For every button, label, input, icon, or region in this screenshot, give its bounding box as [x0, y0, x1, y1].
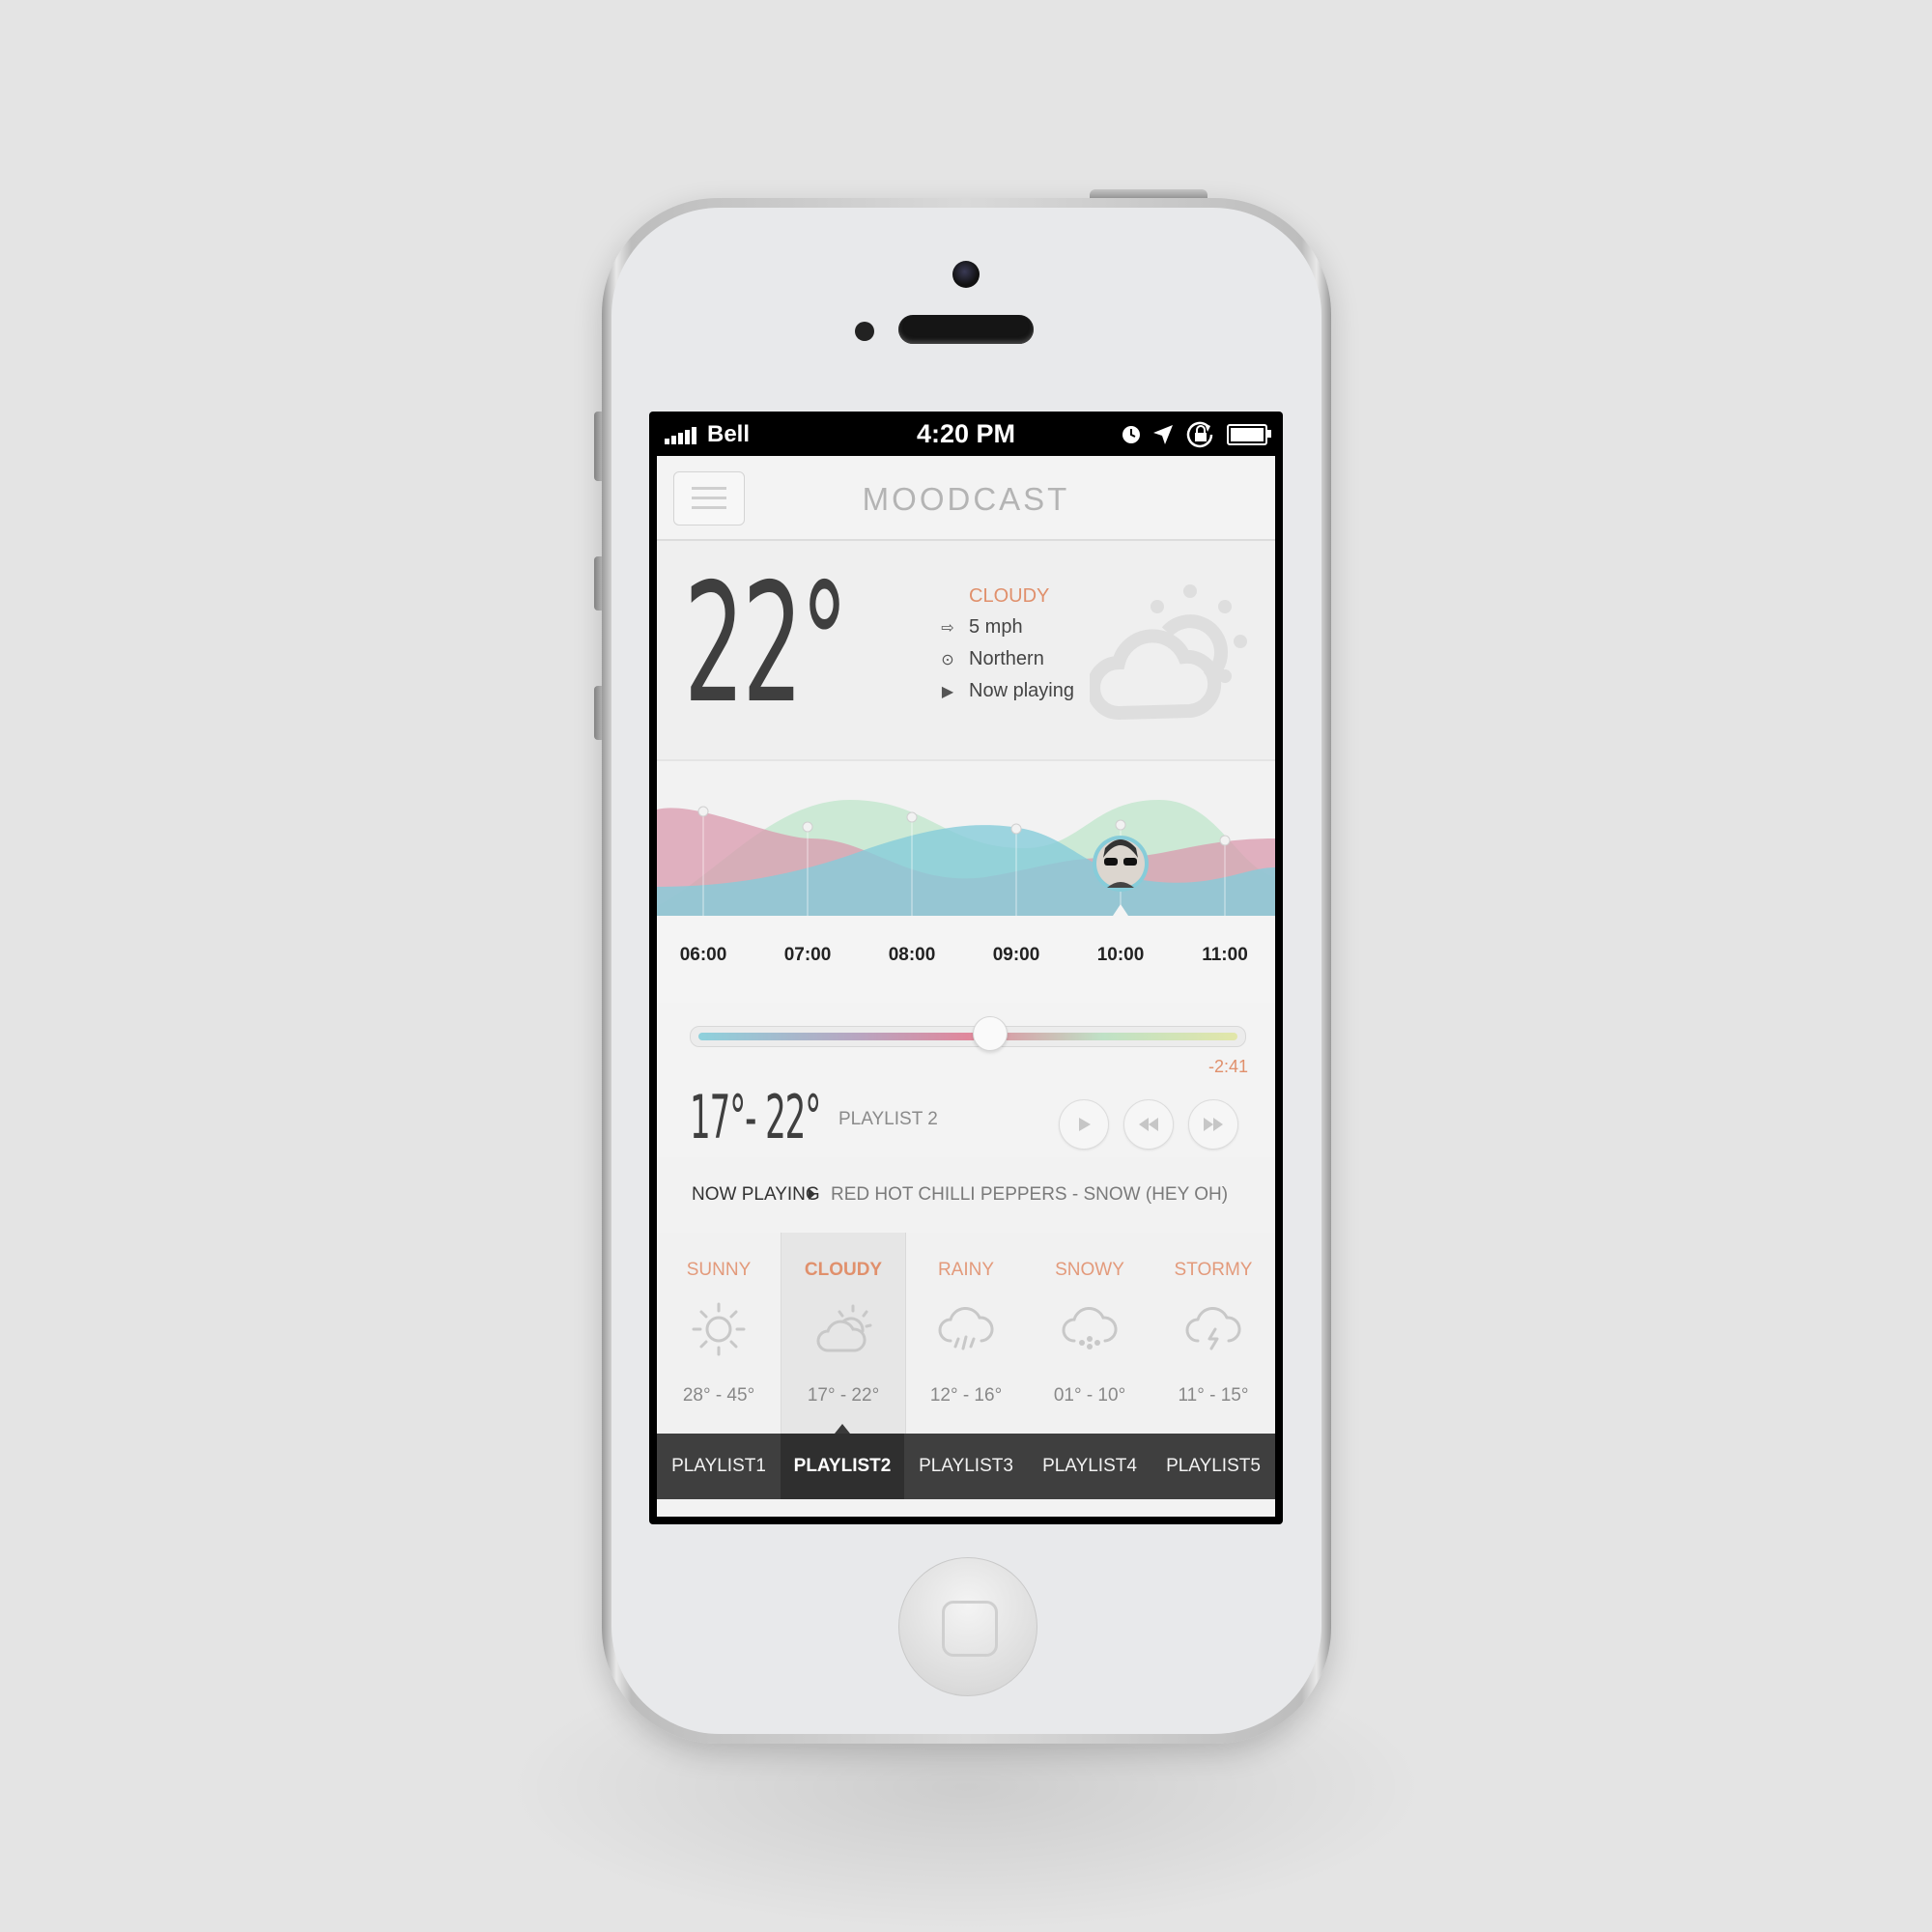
nav-bar: MOODCAST — [657, 456, 1275, 541]
mood-rainy[interactable]: RAINY 12° - 16° — [904, 1233, 1028, 1434]
timeline-point[interactable] — [1010, 823, 1022, 835]
mood-stormy[interactable]: STORMY 11° - 15° — [1151, 1233, 1275, 1434]
time-tick-label: 09:00 — [992, 945, 1040, 965]
player-panel: -2:41 17°- 22° PLAYLIST 2 — [657, 1003, 1275, 1158]
progress-slider[interactable] — [690, 1026, 1246, 1047]
playing-row[interactable]: ▶ Now playing — [937, 680, 1074, 702]
now-playing-arrow-icon — [809, 1188, 815, 1200]
tab-playlist5[interactable]: PLAYLIST5 — [1151, 1434, 1275, 1499]
proximity-sensor — [855, 322, 874, 341]
time-tick-label: 07:00 — [783, 945, 832, 965]
now-playing-bar[interactable]: NOW PLAYING RED HOT CHILLI PEPPERS - SNO… — [657, 1157, 1275, 1234]
rain-icon — [938, 1307, 994, 1350]
mood-range: 17° - 22° — [807, 1385, 880, 1406]
playlist-temperature-range: 17°- 22° — [690, 1082, 821, 1152]
sun-icon — [692, 1302, 746, 1356]
timeline-point[interactable] — [1115, 819, 1126, 831]
direction-row: ⊙ Northern — [937, 648, 1044, 670]
tab-playlist4[interactable]: PLAYLIST4 — [1028, 1434, 1151, 1499]
mood-name: SNOWY — [1055, 1260, 1124, 1280]
mood-selector: SUNNY 28° - 45° CLOUDY 17° - 22° RAINY 1… — [657, 1233, 1275, 1434]
tab-playlist1[interactable]: PLAYLIST1 — [657, 1434, 781, 1499]
alarm-icon — [1122, 426, 1140, 443]
rotation-lock-icon — [1186, 421, 1213, 448]
wind-direction: Northern — [969, 648, 1044, 669]
home-button-square-icon — [942, 1601, 998, 1657]
timeline-point[interactable] — [697, 806, 709, 817]
fast-forward-icon — [1204, 1118, 1223, 1131]
mood-name: SUNNY — [686, 1260, 752, 1280]
mood-name: CLOUDY — [804, 1260, 883, 1280]
current-weather-panel: 22° CLOUDY ⇨ 5 mph ⊙ Northern ▶ Now play… — [657, 541, 1275, 761]
play-button[interactable] — [1059, 1099, 1109, 1150]
timeline-point[interactable] — [802, 821, 813, 833]
mood-cloudy[interactable]: CLOUDY 17° - 22° — [781, 1233, 906, 1434]
home-button[interactable] — [898, 1557, 1037, 1696]
slider-thumb[interactable] — [972, 1016, 1008, 1051]
timeline-point[interactable] — [1219, 835, 1231, 846]
mood-name: STORMY — [1174, 1260, 1253, 1280]
wind-icon: ⇨ — [941, 619, 954, 637]
wind-speed: 5 mph — [969, 616, 1023, 638]
timeline-point[interactable] — [906, 811, 918, 823]
condition-label: CLOUDY — [969, 585, 1050, 607]
play-small-icon: ▶ — [941, 683, 954, 700]
rewind-icon — [1139, 1118, 1158, 1131]
tab-playlist2[interactable]: PLAYLIST2 — [781, 1434, 904, 1499]
tick-band — [657, 916, 1275, 1003]
play-icon — [1079, 1118, 1091, 1131]
playlist-name: PLAYLIST 2 — [838, 1109, 938, 1129]
time-tick-label: 08:00 — [888, 945, 936, 965]
earpiece-speaker — [898, 315, 1034, 344]
front-camera — [952, 261, 980, 288]
time-remaining: -2:41 — [1208, 1057, 1248, 1076]
time-tick-label: 06:00 — [679, 945, 727, 965]
partly-cloudy-icon — [816, 1304, 872, 1352]
tab-playlist3[interactable]: PLAYLIST3 — [904, 1434, 1028, 1499]
mood-snowy[interactable]: SNOWY 01° - 10° — [1028, 1233, 1151, 1434]
timeline-graph — [657, 800, 1275, 1003]
mood-range: 11° - 15° — [1178, 1385, 1249, 1406]
playlist-tab-bar: PLAYLIST1 PLAYLIST2 PLAYLIST3 PLAYLIST4 … — [657, 1434, 1275, 1499]
compass-icon: ⊙ — [941, 651, 954, 668]
wind-row: ⇨ 5 mph — [937, 616, 1023, 639]
mood-timeline-chart[interactable]: 06:00 07:00 08:00 09:00 10:00 11:00 — [657, 761, 1275, 1004]
mood-name: RAINY — [937, 1260, 995, 1280]
time-tick-label: 10:00 — [1096, 945, 1145, 965]
time-tick-label: 11:00 — [1202, 945, 1248, 965]
now-playing-track: RED HOT CHILLI PEPPERS - SNOW (HEY OH) — [831, 1184, 1229, 1205]
location-arrow-icon — [1153, 425, 1173, 444]
mood-range: 12° - 16° — [929, 1385, 1003, 1406]
partly-cloudy-icon — [1090, 584, 1247, 721]
slider-gradient-fill — [698, 1033, 1237, 1040]
battery-icon — [1227, 424, 1271, 445]
status-icons — [1121, 421, 1271, 448]
mood-range: 28° - 45° — [682, 1385, 755, 1406]
fast-forward-button[interactable] — [1188, 1099, 1238, 1150]
mood-range: 01° - 10° — [1053, 1385, 1126, 1406]
now-playing-label: NOW PLAYING — [692, 1184, 820, 1205]
active-mood-pointer — [835, 1424, 850, 1434]
mood-sunny[interactable]: SUNNY 28° - 45° — [657, 1233, 781, 1434]
snow-icon — [1062, 1307, 1118, 1350]
rewind-button[interactable] — [1123, 1099, 1174, 1150]
app-screen: Bell 4:20 PM MOODCAST 22° CLOUDY ⇨ 5 mph… — [657, 412, 1275, 1517]
status-bar: Bell 4:20 PM — [657, 412, 1275, 456]
storm-icon — [1185, 1307, 1241, 1350]
current-temperature: 22° — [684, 549, 848, 740]
app-title: MOODCAST — [862, 481, 1070, 517]
playing-status: Now playing — [969, 680, 1074, 701]
